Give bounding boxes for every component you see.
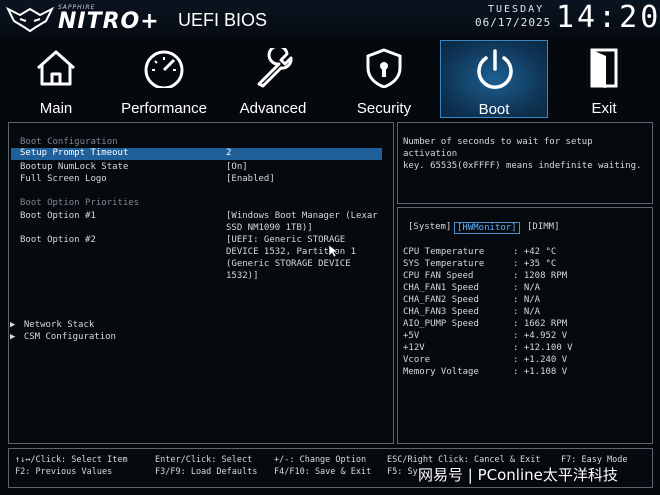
hw-label-vcore: Vcore: [403, 355, 431, 365]
mouse-cursor-icon: [329, 245, 338, 258]
hw-tab-system[interactable]: [System]: [408, 222, 451, 232]
key-hint-select-item: ↑↓↔/Click: Select Item: [15, 455, 128, 465]
boot-option-2-line: (Generic STORAGE DEVICE: [226, 259, 351, 269]
tab-exit-label: Exit: [591, 100, 617, 117]
key-hint-change-option: +/-: Change Option: [274, 455, 367, 465]
submenu-arrow-icon: ▶: [10, 320, 16, 330]
submenu-arrow-icon: ▶: [10, 332, 16, 342]
hw-label-aio-pump: AIO_PUMP Speed: [403, 319, 479, 329]
exit-door-icon: [590, 48, 618, 88]
hardware-monitor-panel: [System] [HWMonitor] [DIMM] CPU Temperat…: [397, 207, 653, 444]
brand-logo: SAPPHIRE NITRO+: [6, 4, 186, 35]
boot-option-1-label: Boot Option #1: [20, 211, 96, 221]
hw-value-cpu-fan: : 1208 RPM: [513, 271, 568, 281]
boot-settings-panel: Boot Configuration Setup Prompt Timeout …: [8, 122, 394, 444]
full-screen-logo-value[interactable]: [Enabled]: [226, 174, 275, 185]
tab-advanced-label: Advanced: [239, 100, 307, 117]
hw-label-cha-fan3: CHA_FAN3 Speed: [403, 307, 479, 317]
help-panel: Number of seconds to wait for setup acti…: [397, 122, 653, 204]
key-hint-previous-values: F2: Previous Values: [15, 467, 113, 477]
csm-configuration-label: CSM Configuration: [23, 332, 116, 342]
tab-performance[interactable]: Performance: [110, 40, 218, 118]
key-hint-f5: F5: Sy: [387, 467, 418, 477]
tab-main-label: Main: [39, 100, 73, 117]
hw-tab-hwmonitor[interactable]: [HWMonitor]: [454, 222, 520, 234]
watermark: 网易号 | PConline太平洋科技: [418, 466, 618, 484]
hw-value-cha-fan1: : N/A: [513, 283, 541, 293]
speedometer-icon: [144, 50, 184, 88]
hw-value-cpu-temp: : +42 °C: [513, 247, 557, 257]
help-description: Number of seconds to wait for setup acti…: [403, 136, 649, 172]
nitro-wolf-logo-icon: [6, 6, 54, 33]
boot-option-1-line: SSD NM1090 1TB)]: [226, 223, 313, 233]
setup-prompt-timeout-label: Setup Prompt Timeout: [20, 148, 129, 158]
tab-boot-label: Boot: [478, 101, 510, 118]
tab-security[interactable]: Security: [330, 40, 438, 118]
wrench-icon: [257, 48, 293, 88]
hw-label-12v: +12V: [403, 343, 425, 353]
brand-name: NITRO+: [58, 9, 160, 34]
network-stack-label: Network Stack: [23, 320, 95, 330]
hw-label-sys-temp: SYS Temperature: [403, 259, 485, 269]
key-hint-select: Enter/Click: Select: [155, 455, 253, 465]
hw-value-aio-pump: : 1662 RPM: [513, 319, 568, 329]
power-icon: [477, 49, 513, 89]
section-boot-configuration: Boot Configuration: [20, 137, 118, 147]
boot-option-2-line: 1532)]: [226, 271, 259, 281]
hw-label-cpu-temp: CPU Temperature: [403, 247, 485, 257]
boot-option-1-value[interactable]: [Windows Boot Manager (Lexar SSD NM1090 …: [226, 210, 378, 234]
key-hint-save-exit: F4/F10: Save & Exit: [274, 467, 372, 477]
header-bar: SAPPHIRE NITRO+ UEFI BIOS TUESDAY 06/17/…: [0, 0, 660, 38]
tab-main[interactable]: Main: [2, 40, 110, 118]
hw-tab-dimm[interactable]: [DIMM]: [527, 222, 560, 232]
hw-label-cpu-fan: CPU FAN Speed: [403, 271, 474, 281]
bootup-numlock-label: Bootup NumLock State: [20, 162, 129, 172]
help-line: key. 65535(0xFFFF) means indefinite wait…: [403, 161, 642, 171]
hw-value-sys-temp: : +35 °C: [513, 259, 557, 269]
hw-label-memory-voltage: Memory Voltage: [403, 367, 479, 377]
help-line: Number of seconds to wait for setup acti…: [403, 137, 593, 159]
hw-value-memory-voltage: : +1.108 V: [513, 367, 568, 377]
hw-value-5v: : +4.952 V: [513, 331, 568, 341]
tab-security-label: Security: [356, 100, 412, 117]
top-navigation: Main Performance Advanced Security Boot: [0, 38, 660, 118]
bootup-numlock-value[interactable]: [On]: [226, 162, 248, 173]
clock: 14:20: [556, 0, 660, 35]
boot-option-1-line: [Windows Boot Manager (Lexar: [226, 211, 378, 221]
boot-option-2-value[interactable]: [UEFI: Generic STORAGE DEVICE 1532, Part…: [226, 234, 356, 282]
key-hint-load-defaults: F3/F9: Load Defaults: [155, 467, 258, 477]
boot-option-2-label: Boot Option #2: [20, 235, 96, 245]
date: 06/17/2025: [475, 16, 552, 29]
shield-lock-icon: [366, 48, 402, 88]
full-screen-logo-label: Full Screen Logo: [20, 174, 107, 184]
hw-label-5v: +5V: [403, 331, 420, 341]
section-boot-option-priorities: Boot Option Priorities: [20, 198, 140, 208]
csm-configuration-submenu[interactable]: ▶ CSM Configuration: [10, 332, 116, 343]
tab-exit[interactable]: Exit: [550, 40, 658, 118]
network-stack-submenu[interactable]: ▶ Network Stack: [10, 320, 94, 331]
tab-advanced[interactable]: Advanced: [219, 40, 327, 118]
tab-performance-label: Performance: [121, 100, 207, 117]
bios-title: UEFI BIOS: [178, 10, 268, 30]
home-icon: [37, 50, 75, 86]
tab-boot[interactable]: Boot: [440, 40, 548, 118]
setup-prompt-timeout-value[interactable]: 2: [226, 148, 231, 159]
weekday: TUESDAY: [488, 4, 545, 15]
hw-label-cha-fan2: CHA_FAN2 Speed: [403, 295, 479, 305]
hw-value-cha-fan3: : N/A: [513, 307, 541, 317]
hw-value-vcore: : +1.240 V: [513, 355, 568, 365]
setup-prompt-timeout-row[interactable]: Setup Prompt Timeout 2: [11, 148, 382, 160]
hw-value-cha-fan2: : N/A: [513, 295, 541, 305]
hw-label-cha-fan1: CHA_FAN1 Speed: [403, 283, 479, 293]
hw-value-12v: : +12.100 V: [513, 343, 573, 353]
